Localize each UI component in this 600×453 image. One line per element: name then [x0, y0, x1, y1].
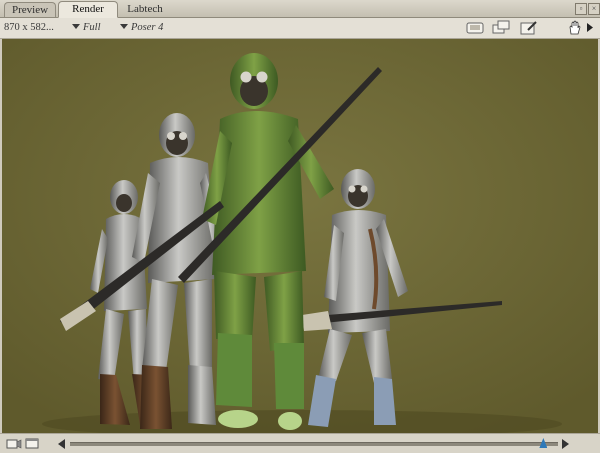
- render-toolbar: 870 x 582... Full Poser 4: [0, 18, 600, 39]
- timeline-next-arrow[interactable]: [562, 439, 569, 449]
- window-icon[interactable]: [25, 437, 39, 450]
- render-size-label[interactable]: 870 x 582...: [4, 21, 54, 35]
- timeline-track[interactable]: [70, 442, 558, 446]
- timeline-prev-arrow[interactable]: [58, 439, 65, 449]
- timeline-bar: [0, 433, 600, 453]
- window-close-icon[interactable]: ×: [588, 3, 600, 15]
- panel-arrow-icon[interactable]: [585, 20, 595, 35]
- chevron-down-icon: [120, 24, 128, 29]
- chevron-down-icon: [72, 24, 80, 29]
- tab-preview[interactable]: Preview: [4, 2, 56, 17]
- hand-icon[interactable]: [566, 20, 584, 35]
- tab-render[interactable]: Render: [58, 1, 118, 18]
- camera-icon[interactable]: [6, 437, 22, 450]
- render-to-new-window-icon[interactable]: [492, 20, 510, 35]
- renderer-value: Poser 4: [131, 22, 164, 33]
- render-settings-icon[interactable]: [466, 20, 484, 35]
- renderer-dropdown[interactable]: Poser 4: [120, 21, 163, 35]
- rendered-scene: [2, 39, 598, 433]
- edit-icon[interactable]: [520, 20, 538, 35]
- window-option-icon[interactable]: ▫: [575, 3, 587, 15]
- render-mode-dropdown[interactable]: Full: [72, 21, 101, 35]
- render-canvas[interactable]: [2, 39, 598, 433]
- tab-labtech[interactable]: Labtech: [120, 2, 170, 17]
- render-mode-value: Full: [83, 22, 101, 33]
- tab-bar: Preview Render Labtech ▫ ×: [0, 0, 600, 18]
